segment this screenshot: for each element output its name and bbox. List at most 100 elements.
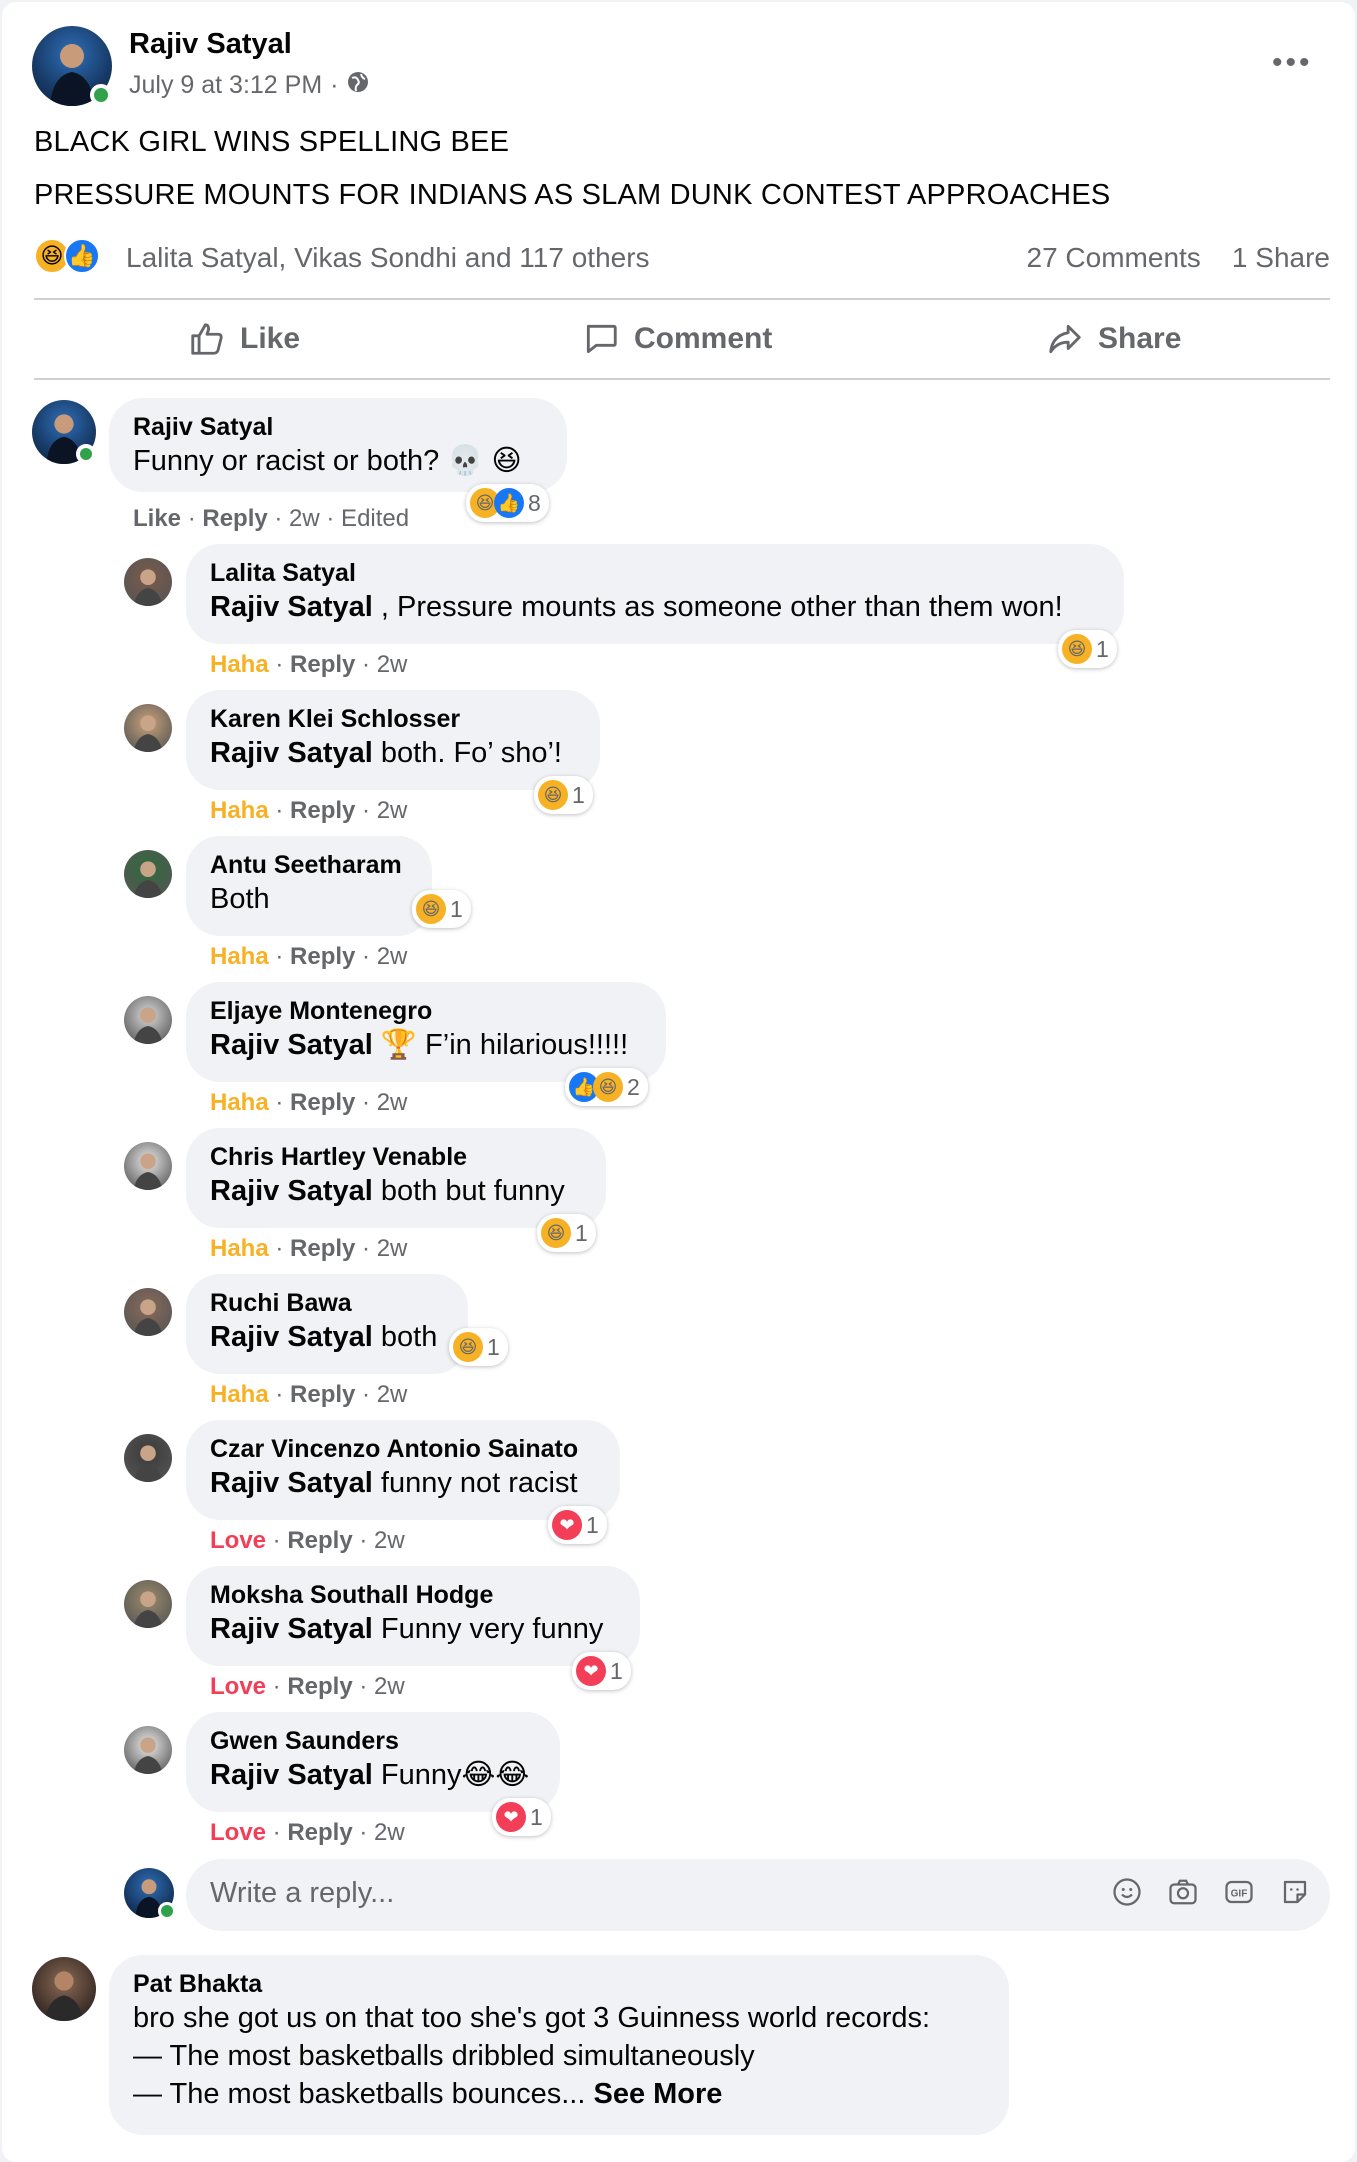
camera-icon[interactable] (1166, 1875, 1200, 1909)
reply-link[interactable]: Reply (290, 797, 355, 824)
love-reaction-link[interactable]: Love (210, 1673, 266, 1700)
comment-text-line-3-body: — The most basketballs bounces... (133, 2078, 594, 2110)
reply-avatar[interactable] (124, 1726, 172, 1774)
reply-avatar[interactable] (124, 850, 172, 898)
reply-reactions[interactable]: 😆 1 (449, 1328, 508, 1366)
reply-body: , Pressure mounts as someone other than … (372, 591, 1063, 623)
reply-bubble: Moksha Southall Hodge Rajiv Satyal Funny … (186, 1566, 640, 1666)
comment-author[interactable]: Rajiv Satyal (133, 412, 543, 442)
see-more-link[interactable]: See More (593, 2078, 722, 2110)
reply-reactions[interactable]: ❤ 1 (572, 1652, 631, 1690)
reply-author[interactable]: Ruchi Bawa (210, 1288, 444, 1318)
reply-link[interactable]: Reply (290, 1089, 355, 1116)
haha-reaction-link[interactable]: Haha (210, 1235, 269, 1262)
mention-link[interactable]: Rajiv Satyal (210, 737, 373, 769)
mention-link[interactable]: Rajiv Satyal (210, 1321, 373, 1353)
post-author-name[interactable]: Rajiv Satyal (129, 28, 292, 61)
reaction-names[interactable]: Lalita Satyal, Vikas Sondhi and 117 othe… (126, 242, 650, 274)
reply-link[interactable]: Reply (290, 943, 355, 970)
reply-reactions[interactable]: 😆 1 (412, 890, 471, 928)
reply-body: both but funny (372, 1175, 565, 1207)
reply-avatar[interactable] (124, 704, 172, 752)
reply-actions: Love · Reply · 2w (210, 1673, 405, 1700)
mention-link[interactable]: Rajiv Satyal (210, 1467, 373, 1499)
reply-avatar[interactable] (124, 1580, 172, 1628)
reply-reactions[interactable]: 😆 1 (537, 1214, 596, 1252)
mention-link[interactable]: Rajiv Satyal (210, 591, 373, 623)
reply-reactions[interactable]: ❤ 1 (492, 1798, 551, 1836)
reply-reactions[interactable]: 😆 1 (534, 776, 593, 814)
comment-author[interactable]: Pat Bhakta (133, 1969, 985, 1999)
mention-link[interactable]: Rajiv Satyal (210, 1029, 373, 1061)
emoji-icon[interactable] (1110, 1875, 1144, 1909)
reply-link[interactable]: Reply (287, 1527, 352, 1554)
reply-text: Both (210, 880, 408, 918)
reply-avatar[interactable] (124, 558, 172, 606)
reply-author[interactable]: Karen Klei Schlosser (210, 704, 576, 734)
comment-icon (586, 324, 617, 354)
love-reaction-link[interactable]: Love (210, 1819, 266, 1846)
reply-avatar[interactable] (124, 1434, 172, 1482)
globe-icon (346, 70, 370, 101)
reply-link[interactable]: Reply (287, 1673, 352, 1700)
reply-author[interactable]: Lalita Satyal (210, 558, 1100, 588)
comment-reactions[interactable]: 😆 👍 8 (466, 484, 549, 522)
comment-button[interactable]: Comment (582, 320, 772, 358)
reply-author[interactable]: Czar Vincenzo Antonio Sainato (210, 1434, 596, 1464)
reply-author[interactable]: Chris Hartley Venable (210, 1142, 582, 1172)
share-icon (1049, 324, 1081, 354)
reply-link[interactable]: Reply (290, 1235, 355, 1262)
comment-reply-link[interactable]: Reply (202, 505, 267, 532)
reply-text: Rajiv Satyal Funny😂😂 (210, 1756, 536, 1794)
comment-like-link[interactable]: Like (133, 505, 181, 532)
reply-bubble: Eljaye Montenegro Rajiv Satyal 🏆 F’in hil… (186, 982, 666, 1082)
reply-reactions[interactable]: ❤ 1 (548, 1506, 607, 1544)
reply-text: Rajiv Satyal both but funny (210, 1172, 582, 1210)
reply-actions: Love · Reply · 2w (210, 1527, 405, 1554)
online-status-indicator (90, 84, 112, 106)
mention-link[interactable]: Rajiv Satyal (210, 1759, 373, 1791)
haha-reaction-icon: 😆 (453, 1332, 483, 1362)
reaction-icons[interactable]: 😆 👍 (34, 238, 100, 274)
like-button[interactable]: Like (188, 320, 300, 358)
reply-reactions[interactable]: 👍 😆 2 (565, 1068, 648, 1106)
reply-avatar[interactable] (124, 1288, 172, 1336)
reply-author[interactable]: Moksha Southall Hodge (210, 1580, 616, 1610)
reply-link[interactable]: Reply (290, 651, 355, 678)
reply-author[interactable]: Gwen Saunders (210, 1726, 536, 1756)
reply-avatar[interactable] (124, 1142, 172, 1190)
reaction-count: 8 (528, 489, 541, 516)
haha-reaction-link[interactable]: Haha (210, 651, 269, 678)
reply-bubble: Ruchi Bawa Rajiv Satyal both (186, 1274, 468, 1374)
shares-count[interactable]: 1 Share (1232, 242, 1330, 273)
mention-link[interactable]: Rajiv Satyal (210, 1175, 373, 1207)
haha-reaction-link[interactable]: Haha (210, 1381, 269, 1408)
reply-reactions[interactable]: 😆 1 (1058, 630, 1117, 668)
haha-reaction-link[interactable]: Haha (210, 943, 269, 970)
sticker-icon[interactable] (1278, 1875, 1312, 1909)
haha-reaction-link[interactable]: Haha (210, 1089, 269, 1116)
love-reaction-link[interactable]: Love (210, 1527, 266, 1554)
more-options-button[interactable]: ••• (1272, 48, 1313, 78)
reply-link[interactable]: Reply (287, 1819, 352, 1846)
reply-author[interactable]: Antu Seetharam (210, 850, 408, 880)
reply-author[interactable]: Eljaye Montenegro (210, 996, 642, 1026)
haha-reaction-link[interactable]: Haha (210, 797, 269, 824)
mention-link[interactable]: Rajiv Satyal (210, 1613, 373, 1645)
reply-link[interactable]: Reply (290, 1381, 355, 1408)
reaction-count: 2 (627, 1073, 640, 1100)
divider-bottom (34, 378, 1330, 380)
reply-input[interactable]: Write a reply... GIF (186, 1859, 1330, 1931)
post-timestamp[interactable]: July 9 at 3:12 PM (129, 71, 322, 100)
reply-body: Both (210, 883, 270, 915)
gif-icon[interactable]: GIF (1222, 1875, 1256, 1909)
share-button[interactable]: Share (1046, 320, 1181, 358)
reply-avatar[interactable] (124, 996, 172, 1044)
comments-count[interactable]: 27 Comments (1027, 242, 1201, 273)
comment-label: Comment (634, 322, 773, 355)
reply-time: 2w (376, 1381, 408, 1408)
reply-actions: Haha · Reply · 2w (210, 797, 408, 824)
svg-text:GIF: GIF (1231, 1888, 1248, 1899)
commenter-avatar[interactable] (32, 1957, 96, 2021)
online-status-indicator (158, 1902, 176, 1920)
